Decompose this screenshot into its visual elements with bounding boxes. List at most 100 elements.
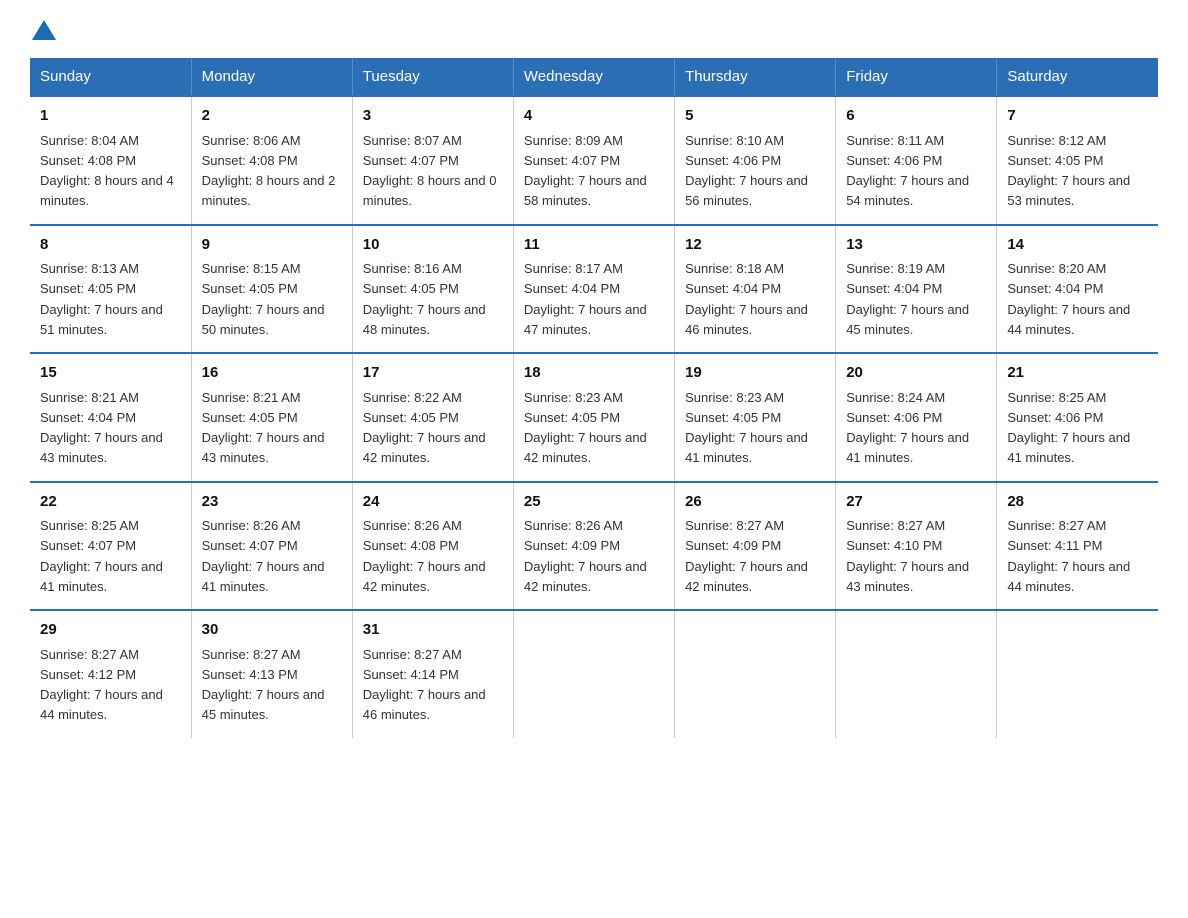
day-number: 18 [524, 362, 664, 385]
day-info: Sunrise: 8:27 AMSunset: 4:10 PMDaylight:… [846, 518, 969, 594]
day-number: 29 [40, 619, 181, 642]
day-info: Sunrise: 8:23 AMSunset: 4:05 PMDaylight:… [685, 390, 808, 466]
day-number: 10 [363, 234, 503, 257]
day-info: Sunrise: 8:19 AMSunset: 4:04 PMDaylight:… [846, 261, 969, 337]
day-number: 30 [202, 619, 342, 642]
calendar-cell: 9 Sunrise: 8:15 AMSunset: 4:05 PMDaylight… [191, 225, 352, 354]
day-number: 2 [202, 105, 342, 128]
day-info: Sunrise: 8:15 AMSunset: 4:05 PMDaylight:… [202, 261, 325, 337]
calendar-week-row: 1 Sunrise: 8:04 AMSunset: 4:08 PMDaylight… [30, 96, 1158, 225]
calendar-cell: 15Sunrise: 8:21 AMSunset: 4:04 PMDayligh… [30, 353, 191, 482]
day-number: 25 [524, 491, 664, 514]
calendar-cell: 26 Sunrise: 8:27 AMSunset: 4:09 PMDayligh… [675, 482, 836, 611]
day-number: 1 [40, 105, 181, 128]
day-number: 19 [685, 362, 825, 385]
day-number: 7 [1007, 105, 1148, 128]
day-number: 13 [846, 234, 986, 257]
day-info: Sunrise: 8:16 AMSunset: 4:05 PMDaylight:… [363, 261, 486, 337]
header-sunday: Sunday [30, 58, 191, 96]
day-number: 12 [685, 234, 825, 257]
calendar-cell: 27Sunrise: 8:27 AMSunset: 4:10 PMDayligh… [836, 482, 997, 611]
calendar-cell: 31 Sunrise: 8:27 AMSunset: 4:14 PMDayligh… [352, 610, 513, 738]
header-tuesday: Tuesday [352, 58, 513, 96]
day-info: Sunrise: 8:27 AMSunset: 4:12 PMDaylight:… [40, 647, 163, 723]
calendar-cell: 2 Sunrise: 8:06 AMSunset: 4:08 PMDaylight… [191, 96, 352, 225]
day-info: Sunrise: 8:20 AMSunset: 4:04 PMDaylight:… [1007, 261, 1130, 337]
calendar-cell: 4 Sunrise: 8:09 AMSunset: 4:07 PMDaylight… [513, 96, 674, 225]
day-info: Sunrise: 8:17 AMSunset: 4:04 PMDaylight:… [524, 261, 647, 337]
calendar-cell: 8 Sunrise: 8:13 AMSunset: 4:05 PMDaylight… [30, 225, 191, 354]
calendar-cell: 1 Sunrise: 8:04 AMSunset: 4:08 PMDaylight… [30, 96, 191, 225]
calendar-cell: 6Sunrise: 8:11 AMSunset: 4:06 PMDaylight… [836, 96, 997, 225]
day-number: 21 [1007, 362, 1148, 385]
calendar-cell [997, 610, 1158, 738]
calendar-cell: 20 Sunrise: 8:24 AMSunset: 4:06 PMDayligh… [836, 353, 997, 482]
day-number: 31 [363, 619, 503, 642]
day-info: Sunrise: 8:26 AMSunset: 4:09 PMDaylight:… [524, 518, 647, 594]
day-number: 28 [1007, 491, 1148, 514]
day-info: Sunrise: 8:13 AMSunset: 4:05 PMDaylight:… [40, 261, 163, 337]
day-number: 17 [363, 362, 503, 385]
day-number: 11 [524, 234, 664, 257]
calendar-cell [836, 610, 997, 738]
calendar-cell: 17 Sunrise: 8:22 AMSunset: 4:05 PMDayligh… [352, 353, 513, 482]
calendar-cell: 12Sunrise: 8:18 AMSunset: 4:04 PMDayligh… [675, 225, 836, 354]
calendar-cell: 25 Sunrise: 8:26 AMSunset: 4:09 PMDayligh… [513, 482, 674, 611]
calendar-cell: 19 Sunrise: 8:23 AMSunset: 4:05 PMDayligh… [675, 353, 836, 482]
day-info: Sunrise: 8:27 AMSunset: 4:13 PMDaylight:… [202, 647, 325, 723]
day-number: 15 [40, 362, 181, 385]
calendar-cell: 14 Sunrise: 8:20 AMSunset: 4:04 PMDayligh… [997, 225, 1158, 354]
day-number: 8 [40, 234, 181, 257]
calendar-cell: 16Sunrise: 8:21 AMSunset: 4:05 PMDayligh… [191, 353, 352, 482]
calendar-week-row: 22 Sunrise: 8:25 AMSunset: 4:07 PMDayligh… [30, 482, 1158, 611]
day-info: Sunrise: 8:10 AMSunset: 4:06 PMDaylight:… [685, 133, 808, 209]
calendar-week-row: 15Sunrise: 8:21 AMSunset: 4:04 PMDayligh… [30, 353, 1158, 482]
calendar-table: SundayMondayTuesdayWednesdayThursdayFrid… [30, 58, 1158, 738]
day-number: 9 [202, 234, 342, 257]
day-number: 3 [363, 105, 503, 128]
calendar-cell: 11 Sunrise: 8:17 AMSunset: 4:04 PMDayligh… [513, 225, 674, 354]
day-info: Sunrise: 8:26 AMSunset: 4:07 PMDaylight:… [202, 518, 325, 594]
day-number: 14 [1007, 234, 1148, 257]
day-info: Sunrise: 8:09 AMSunset: 4:07 PMDaylight:… [524, 133, 647, 209]
day-info: Sunrise: 8:04 AMSunset: 4:08 PMDaylight:… [40, 133, 174, 209]
logo [30, 20, 58, 40]
calendar-cell: 7 Sunrise: 8:12 AMSunset: 4:05 PMDaylight… [997, 96, 1158, 225]
day-info: Sunrise: 8:06 AMSunset: 4:08 PMDaylight:… [202, 133, 336, 209]
day-info: Sunrise: 8:27 AMSunset: 4:09 PMDaylight:… [685, 518, 808, 594]
calendar-week-row: 8 Sunrise: 8:13 AMSunset: 4:05 PMDaylight… [30, 225, 1158, 354]
day-info: Sunrise: 8:26 AMSunset: 4:08 PMDaylight:… [363, 518, 486, 594]
day-info: Sunrise: 8:22 AMSunset: 4:05 PMDaylight:… [363, 390, 486, 466]
day-info: Sunrise: 8:27 AMSunset: 4:11 PMDaylight:… [1007, 518, 1130, 594]
day-info: Sunrise: 8:23 AMSunset: 4:05 PMDaylight:… [524, 390, 647, 466]
calendar-cell: 22 Sunrise: 8:25 AMSunset: 4:07 PMDayligh… [30, 482, 191, 611]
day-info: Sunrise: 8:25 AMSunset: 4:07 PMDaylight:… [40, 518, 163, 594]
calendar-cell: 21Sunrise: 8:25 AMSunset: 4:06 PMDayligh… [997, 353, 1158, 482]
header-friday: Friday [836, 58, 997, 96]
day-number: 20 [846, 362, 986, 385]
day-info: Sunrise: 8:21 AMSunset: 4:05 PMDaylight:… [202, 390, 325, 466]
logo-triangle-icon [32, 20, 56, 40]
calendar-cell: 28 Sunrise: 8:27 AMSunset: 4:11 PMDayligh… [997, 482, 1158, 611]
calendar-header-row: SundayMondayTuesdayWednesdayThursdayFrid… [30, 58, 1158, 96]
calendar-cell: 18 Sunrise: 8:23 AMSunset: 4:05 PMDayligh… [513, 353, 674, 482]
day-number: 26 [685, 491, 825, 514]
calendar-cell: 23Sunrise: 8:26 AMSunset: 4:07 PMDayligh… [191, 482, 352, 611]
day-info: Sunrise: 8:27 AMSunset: 4:14 PMDaylight:… [363, 647, 486, 723]
header-monday: Monday [191, 58, 352, 96]
day-info: Sunrise: 8:07 AMSunset: 4:07 PMDaylight:… [363, 133, 497, 209]
day-info: Sunrise: 8:24 AMSunset: 4:06 PMDaylight:… [846, 390, 969, 466]
calendar-cell: 10 Sunrise: 8:16 AMSunset: 4:05 PMDayligh… [352, 225, 513, 354]
day-number: 24 [363, 491, 503, 514]
calendar-cell: 24 Sunrise: 8:26 AMSunset: 4:08 PMDayligh… [352, 482, 513, 611]
header-saturday: Saturday [997, 58, 1158, 96]
day-number: 4 [524, 105, 664, 128]
calendar-cell: 30 Sunrise: 8:27 AMSunset: 4:13 PMDayligh… [191, 610, 352, 738]
day-info: Sunrise: 8:12 AMSunset: 4:05 PMDaylight:… [1007, 133, 1130, 209]
calendar-cell: 13 Sunrise: 8:19 AMSunset: 4:04 PMDayligh… [836, 225, 997, 354]
day-info: Sunrise: 8:11 AMSunset: 4:06 PMDaylight:… [846, 133, 969, 209]
calendar-cell: 5Sunrise: 8:10 AMSunset: 4:06 PMDaylight… [675, 96, 836, 225]
day-number: 22 [40, 491, 181, 514]
calendar-cell: 29 Sunrise: 8:27 AMSunset: 4:12 PMDayligh… [30, 610, 191, 738]
header-wednesday: Wednesday [513, 58, 674, 96]
